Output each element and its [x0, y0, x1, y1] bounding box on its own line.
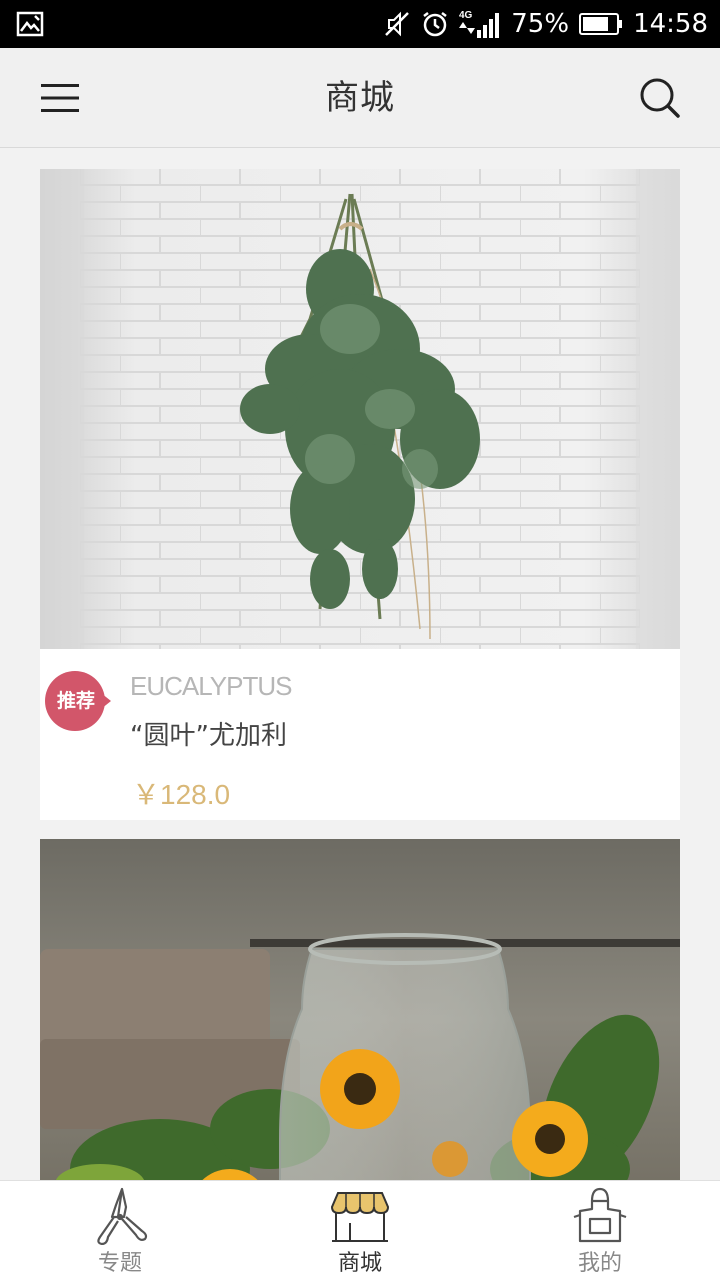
app-bar: 商城	[0, 48, 720, 148]
bottom-nav: 专题 商城 我的	[0, 1180, 720, 1280]
clock: 14:58	[633, 9, 708, 39]
glass-vase-sunflowers-photo	[40, 839, 680, 1180]
nav-shop[interactable]: 商城	[280, 1181, 440, 1280]
nav-mine-label: 我的	[577, 1251, 622, 1276]
image-notification-icon	[16, 11, 44, 37]
product-feed[interactable]: 推荐 EUCALYPTUS “圆叶”尤加利 ￥128.0	[0, 149, 720, 1180]
product-image[interactable]	[40, 169, 680, 649]
product-name-en: EUCALYPTUS	[130, 671, 292, 701]
product-name-cn: “圆叶”尤加利	[130, 721, 287, 751]
recommend-badge: 推荐	[56, 690, 95, 712]
eucalyptus-bundle-photo	[40, 169, 680, 649]
product-card[interactable]: 推荐 EUCALYPTUS “圆叶”尤加利 ￥128.0	[40, 169, 680, 820]
apron-icon	[573, 1187, 627, 1243]
battery-icon	[579, 13, 623, 35]
nav-topics[interactable]: 专题	[40, 1181, 200, 1280]
search-button[interactable]	[630, 73, 690, 123]
mute-icon	[385, 11, 410, 37]
nav-topics-label: 专题	[97, 1251, 142, 1276]
product-card[interactable]	[40, 839, 680, 1180]
alarm-icon	[423, 12, 448, 37]
signal-4g-icon: 4G	[459, 10, 500, 38]
nav-shop-label: 商城	[337, 1251, 382, 1276]
battery-indicator: 75%	[511, 9, 623, 39]
page-title: 商城	[325, 78, 395, 118]
product-image[interactable]	[40, 839, 680, 1180]
status-bar: 4G 75% 14:58	[0, 0, 720, 48]
shop-awning-icon	[330, 1192, 390, 1242]
battery-percent: 75%	[511, 9, 570, 39]
product-info: 推荐 EUCALYPTUS “圆叶”尤加利 ￥128.0	[40, 649, 680, 820]
svg-text:4G: 4G	[459, 10, 473, 21]
search-icon	[640, 78, 680, 118]
pruning-shears-icon	[97, 1187, 148, 1245]
nav-mine[interactable]: 我的	[520, 1181, 680, 1280]
product-price: ￥128.0	[132, 779, 231, 810]
